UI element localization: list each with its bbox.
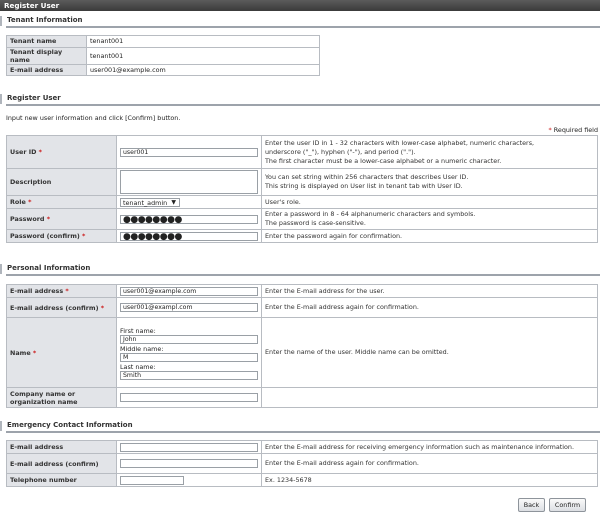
tenant-display-name-label: Tenant display name [6,46,87,65]
user-id-help: Enter the user ID in 1 - 32 characters w… [261,135,598,169]
required-note: * Required field [548,126,598,134]
emergency-section-heading: Emergency Contact Information [0,421,600,433]
password-confirm-input[interactable]: ●●●●●●●● [120,231,258,241]
email-input[interactable]: user001@example.com [120,286,258,296]
register-table: User ID * user001 Enter the user ID in 1… [6,135,598,243]
emergency-email-confirm-help: Enter the E-mail address again for confi… [261,453,598,474]
name-label: Name * [6,317,117,388]
tenant-email-label: E-mail address [6,63,87,76]
company-input[interactable] [120,393,258,402]
confirm-button[interactable]: Confirm [549,498,586,512]
personal-table: E-mail address * user001@example.com Ent… [6,284,598,408]
password-help: Enter a password in 8 - 64 alphanumeric … [261,208,598,230]
middle-name-label: Middle name: [120,344,164,353]
password-label: Password * [6,208,117,230]
tenant-name-label: Tenant name [6,35,87,48]
role-label: Role * [6,195,117,209]
emergency-email-confirm-input[interactable] [120,459,258,468]
first-name-label: First name: [120,326,156,335]
first-name-input[interactable]: John [120,334,258,344]
password-input[interactable]: ●●●●●●●● [120,214,258,224]
middle-name-input[interactable]: M [120,352,258,362]
chevron-down-icon: ▼ [171,198,176,206]
window-title: Register User [0,0,600,11]
tenant-section-heading: Tenant Information [0,16,600,28]
emergency-email-input[interactable] [120,442,258,452]
email-label: E-mail address * [6,284,117,298]
emergency-email-help: Enter the E-mail address for receiving e… [261,440,598,454]
password-confirm-help: Enter the password again for confirmatio… [261,229,598,243]
company-help [261,387,598,408]
last-name-input[interactable]: Smith [120,370,258,380]
telephone-input[interactable] [120,475,184,485]
role-help: User's role. [261,195,598,209]
telephone-help: Ex. 1234-5678 [261,473,598,487]
tenant-table: Tenant name tenant001 Tenant display nam… [6,35,320,76]
email-help: Enter the E-mail address for the user. [261,284,598,298]
name-help: Enter the name of the user. Middle name … [261,317,598,388]
register-section-heading: Register User [0,94,600,106]
email-confirm-help: Enter the E-mail address again for confi… [261,297,598,318]
description-label: Description [6,168,117,196]
description-help: You can set string within 256 characters… [261,168,598,196]
back-button[interactable]: Back [518,498,545,512]
password-confirm-label: Password (confirm) * [6,229,117,243]
tenant-name-value: tenant001 [86,35,320,48]
emergency-email-label: E-mail address [6,440,117,454]
emergency-table: E-mail address Enter the E-mail address … [6,440,598,487]
email-confirm-label: E-mail address (confirm) * [6,297,117,318]
tenant-email-value: user001@example.com [86,63,320,76]
emergency-email-confirm-label: E-mail address (confirm) [6,453,117,474]
user-id-label: User ID * [6,135,117,169]
personal-section-heading: Personal Information [0,264,600,276]
company-label: Company name or organization name [6,387,117,408]
email-confirm-input[interactable]: user001@exampl.com [120,303,258,312]
description-textarea[interactable] [120,170,258,194]
intro-text: Input new user information and click [Co… [6,114,181,122]
tenant-display-name-value: tenant001 [86,46,320,65]
user-id-input[interactable]: user001 [120,147,258,157]
telephone-label: Telephone number [6,473,117,487]
last-name-label: Last name: [120,362,156,371]
role-select[interactable]: tenant_admin ▼ [120,197,180,207]
